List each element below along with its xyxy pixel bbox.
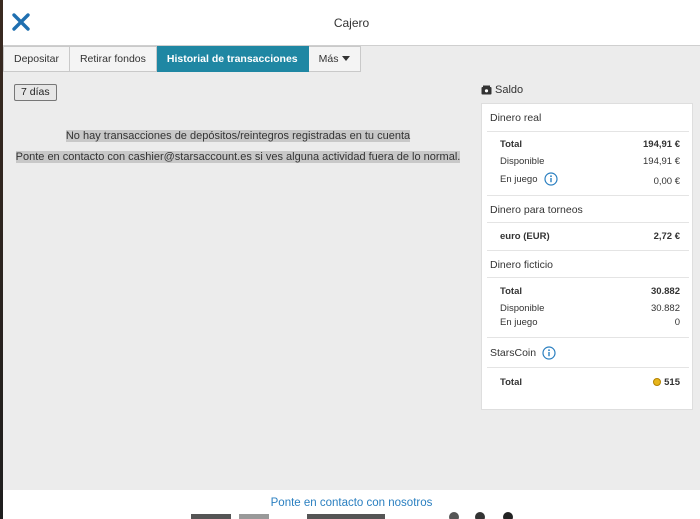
tournament-money-title: Dinero para torneos	[490, 204, 583, 216]
tab-label: Historial de transacciones	[166, 53, 298, 65]
play-in-play-value: 0	[674, 317, 680, 328]
stars-coin-icon	[653, 378, 662, 386]
tab-label: Más	[318, 53, 339, 65]
tournament-currency-value: 2,72 €	[653, 231, 680, 242]
real-available-value: 194,91 €	[643, 156, 680, 167]
tab-historial-transacciones[interactable]: Historial de transacciones	[156, 46, 309, 72]
tab-bar: Depositar Retirar fondos Historial de tr…	[3, 46, 362, 72]
tab-retirar-fondos[interactable]: Retirar fondos	[69, 46, 157, 72]
wallet-icon	[481, 85, 492, 95]
badge-logo	[449, 512, 459, 519]
badge-logo	[503, 512, 513, 519]
window-title: Cajero	[333, 16, 370, 30]
real-money-title: Dinero real	[490, 112, 542, 124]
caret-down-icon	[342, 56, 351, 61]
divider	[487, 337, 689, 338]
info-icon[interactable]	[543, 172, 558, 186]
divider	[487, 367, 689, 368]
stars-coin-total-value: 515	[664, 377, 680, 388]
stars-coin-title: StarsCoin	[490, 347, 537, 359]
cashier-window: Cajero Depositar Retirar fondos Historia…	[3, 0, 700, 519]
close-icon[interactable]	[11, 12, 31, 32]
contact-message: Ponte en contacto con cashier@starsaccou…	[3, 151, 473, 163]
divider	[487, 250, 689, 251]
tab-mas-dropdown[interactable]: Más	[308, 46, 362, 72]
play-in-play-label: En juego	[500, 317, 538, 328]
badge-logo	[475, 512, 485, 519]
stars-coin-total-row: 515	[653, 377, 680, 388]
play-available-label: Disponible	[500, 303, 545, 314]
balance-title: Saldo	[495, 84, 524, 96]
period-filter-button[interactable]: 7 días	[14, 84, 57, 101]
tab-label: Depositar	[14, 53, 59, 65]
play-total-label: Total	[500, 286, 522, 297]
real-available-label: Disponible	[500, 156, 545, 167]
real-in-play-value: 0,00 €	[653, 176, 680, 187]
divider	[487, 277, 689, 278]
payment-logo	[191, 514, 231, 519]
empty-history-message: No hay transacciones de depósitos/reinte…	[3, 130, 473, 142]
real-total-value: 194,91 €	[643, 139, 680, 150]
balance-header: Saldo	[481, 84, 523, 96]
payment-logo	[307, 514, 385, 519]
contact-us-link[interactable]: Ponte en contacto con nosotros	[3, 497, 700, 509]
divider	[487, 131, 689, 132]
tab-depositar[interactable]: Depositar	[3, 46, 70, 72]
contact-text: Ponte en contacto con cashier@starsaccou…	[15, 151, 461, 163]
play-available-value: 30.882	[650, 303, 680, 314]
real-total-label: Total	[500, 139, 522, 150]
stars-coin-header: StarsCoin	[490, 346, 556, 360]
divider	[487, 222, 689, 223]
footer: Ponte en contacto con nosotros	[3, 490, 700, 519]
stars-coin-total-label: Total	[500, 377, 522, 388]
divider	[487, 195, 689, 196]
balance-panel: Dinero real Total 194,91 € Disponible 19…	[481, 103, 693, 410]
empty-history-text: No hay transacciones de depósitos/reinte…	[65, 130, 411, 142]
play-money-title: Dinero ficticio	[490, 259, 554, 271]
title-bar: Cajero	[3, 0, 700, 46]
tab-label: Retirar fondos	[79, 53, 146, 65]
real-in-play-label: En juego	[500, 173, 538, 185]
tournament-currency-label: euro (EUR)	[500, 231, 550, 242]
real-in-play-row: En juego	[500, 172, 558, 186]
info-icon[interactable]	[542, 346, 556, 360]
payment-logo	[239, 514, 269, 519]
play-total-value: 30.882	[650, 286, 680, 297]
